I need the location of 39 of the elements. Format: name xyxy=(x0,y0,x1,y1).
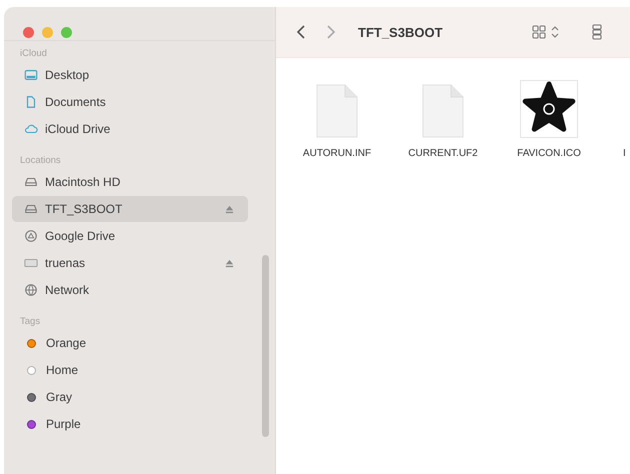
sidebar-item[interactable]: TFT_S3BOOT xyxy=(12,196,248,222)
sidebar-item[interactable]: Gray xyxy=(12,384,248,410)
scrollbar[interactable] xyxy=(262,255,269,437)
back-icon[interactable] xyxy=(296,25,306,39)
file-name[interactable]: CURRENT.UF2 xyxy=(408,148,478,159)
drive-icon xyxy=(24,202,38,216)
section-header: Tags xyxy=(19,315,42,329)
display-icon xyxy=(24,256,38,270)
eject-icon[interactable] xyxy=(225,258,234,268)
drive-icon xyxy=(24,175,38,189)
section-header: iCloud xyxy=(19,47,48,61)
sidebar-item[interactable]: Documents xyxy=(12,89,248,115)
sidebar-item[interactable]: Desktop xyxy=(12,62,248,88)
group-icon[interactable] xyxy=(592,24,602,40)
cloud-icon xyxy=(24,122,38,136)
sidebar-item[interactable]: Google Drive xyxy=(12,223,248,249)
file-name[interactable]: FAVICON.ICO xyxy=(517,148,581,159)
forward-icon[interactable] xyxy=(326,25,336,39)
document-icon xyxy=(24,95,38,109)
eject-icon[interactable] xyxy=(225,204,234,214)
file-name[interactable]: AUTORUN.INF xyxy=(302,148,372,159)
zoom-button[interactable] xyxy=(61,27,72,38)
sidebar-item[interactable]: Macintosh HD xyxy=(12,169,248,195)
close-button[interactable] xyxy=(23,27,34,38)
sidebar-item[interactable]: Purple xyxy=(12,411,248,437)
document-icon[interactable] xyxy=(421,84,465,138)
sidebar-item[interactable]: Home xyxy=(12,357,248,383)
sidebar-item[interactable]: Orange xyxy=(12,330,248,356)
sidebar-item[interactable]: Network xyxy=(12,277,248,303)
sidebar-item[interactable]: truenas xyxy=(12,250,248,276)
window-title: TFT_S3BOOT xyxy=(358,24,444,40)
file-name[interactable]: I xyxy=(623,148,626,159)
section-header: Locations xyxy=(19,154,62,168)
desktop-icon xyxy=(24,68,38,82)
sidebar-item[interactable]: iCloud Drive xyxy=(12,116,248,142)
document-icon[interactable] xyxy=(315,84,359,138)
drive-icon xyxy=(24,229,38,243)
globe-icon xyxy=(24,283,38,297)
minimize-button[interactable] xyxy=(42,27,53,38)
